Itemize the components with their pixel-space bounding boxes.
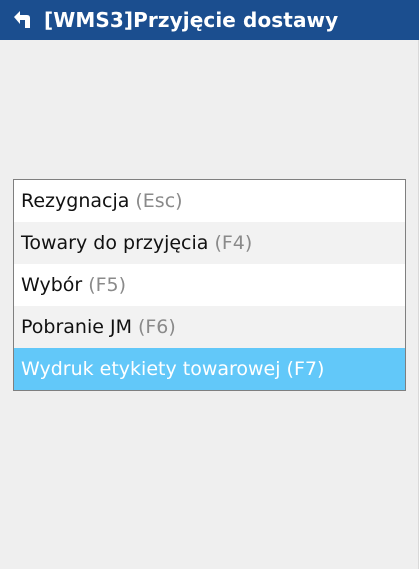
menu-item-shortcut: (F7)	[286, 358, 325, 380]
menu-item-wydruk-etykiety-towarowej[interactable]: Wydruk etykiety towarowej (F7)	[14, 348, 405, 390]
menu-item-shortcut: (F4)	[214, 232, 253, 254]
window-title: [WMS3]Przyjęcie dostawy	[44, 8, 339, 32]
menu-item-shortcut: (Esc)	[135, 190, 183, 212]
menu-item-label: Rezygnacja	[21, 190, 130, 212]
menu-item-label: Wydruk etykiety towarowej	[21, 358, 281, 380]
menu-item-shortcut: (F6)	[137, 316, 176, 338]
menu-item-label: Pobranie JM	[21, 316, 132, 338]
title-bar: [WMS3]Przyjęcie dostawy	[0, 0, 419, 40]
return-arrow-icon[interactable]	[8, 7, 34, 33]
menu-item-wybor[interactable]: Wybór (F5)	[14, 264, 405, 306]
menu-item-towary-do-przyjecia[interactable]: Towary do przyjęcia (F4)	[14, 222, 405, 264]
app-window: [WMS3]Przyjęcie dostawy Rezygnacja (Esc)…	[0, 0, 419, 569]
menu-item-pobranie-jm[interactable]: Pobranie JM (F6)	[14, 306, 405, 348]
menu-item-label: Wybór	[21, 274, 83, 296]
menu-item-rezygnacja[interactable]: Rezygnacja (Esc)	[14, 180, 405, 222]
action-menu: Rezygnacja (Esc) Towary do przyjęcia (F4…	[13, 179, 406, 391]
menu-item-label: Towary do przyjęcia	[21, 232, 209, 254]
menu-item-shortcut: (F5)	[88, 274, 127, 296]
